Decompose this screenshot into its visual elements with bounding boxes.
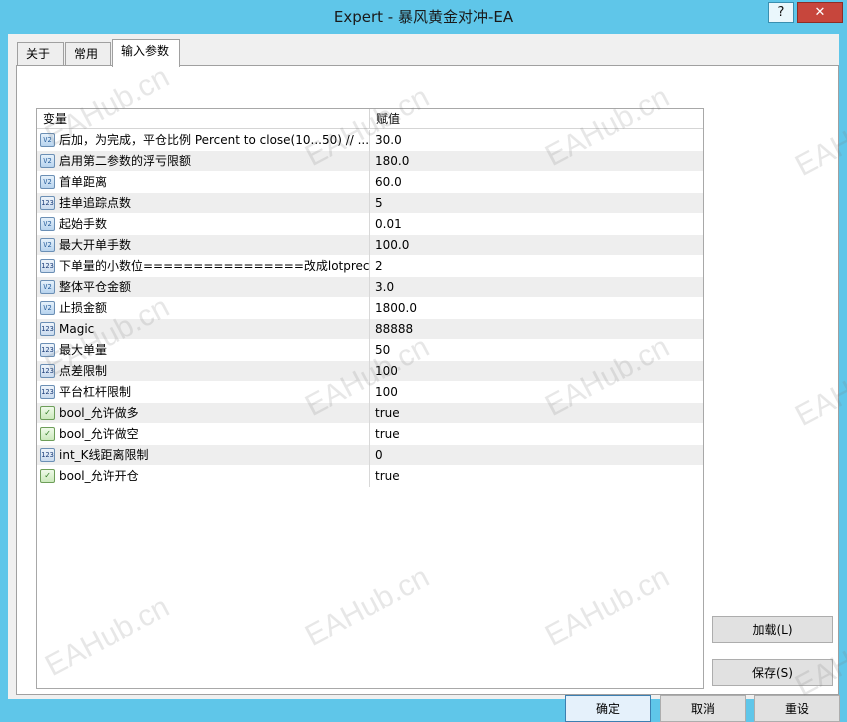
parameter-row[interactable]: ✓ bool_允许做多 true (37, 403, 703, 424)
parameter-row[interactable]: 123 挂单追踪点数 5 (37, 193, 703, 214)
parameter-name: 最大单量 (59, 340, 370, 361)
parameter-row[interactable]: V2 整体平仓金额 3.0 (37, 277, 703, 298)
help-icon: ? (777, 5, 785, 20)
column-header-variable[interactable]: 变量 (37, 109, 370, 129)
int-type-icon: 123 (40, 385, 55, 399)
parameter-row[interactable]: V2 最大开单手数 100.0 (37, 235, 703, 256)
parameter-value[interactable]: true (371, 403, 701, 424)
double-type-icon: V2 (40, 154, 55, 168)
load-button[interactable]: 加载(L) (712, 616, 833, 643)
parameter-name: 后加，为完成，平仓比例 Percent to close(10...50) //… (59, 130, 370, 151)
dialog-client-area: 关于 常用 输入参数 变量 赋值 V2 后加，为完成，平仓比例 Percent t… (8, 34, 840, 722)
double-type-icon: V2 (40, 133, 55, 147)
parameter-name: 整体平仓金额 (59, 277, 370, 298)
parameter-value[interactable]: 0.01 (371, 214, 701, 235)
list-header: 变量 赋值 (37, 109, 703, 129)
tab-common[interactable]: 常用 (65, 42, 111, 66)
parameter-row[interactable]: V2 止损金额 1800.0 (37, 298, 703, 319)
parameter-name: 点差限制 (59, 361, 370, 382)
parameter-row[interactable]: 123 平台杠杆限制 100 (37, 382, 703, 403)
parameter-value[interactable]: true (371, 424, 701, 445)
parameter-name: int_K线距离限制 (59, 445, 370, 466)
parameter-name: 起始手数 (59, 214, 370, 235)
ok-button[interactable]: 确定 (565, 695, 651, 722)
help-button[interactable]: ? (768, 2, 794, 23)
parameter-value[interactable]: true (371, 466, 701, 487)
tab-about[interactable]: 关于 (17, 42, 64, 66)
parameter-rows: V2 后加，为完成，平仓比例 Percent to close(10...50) … (37, 130, 703, 487)
parameter-row[interactable]: ✓ bool_允许做空 true (37, 424, 703, 445)
parameter-row[interactable]: V2 启用第二参数的浮亏限额 180.0 (37, 151, 703, 172)
int-type-icon: 123 (40, 259, 55, 273)
parameter-row[interactable]: 123 Magic 88888 (37, 319, 703, 340)
bool-type-icon: ✓ (40, 427, 55, 441)
parameter-value[interactable]: 1800.0 (371, 298, 701, 319)
parameter-name: 止损金额 (59, 298, 370, 319)
parameter-row[interactable]: V2 起始手数 0.01 (37, 214, 703, 235)
parameter-value[interactable]: 3.0 (371, 277, 701, 298)
parameter-value[interactable]: 60.0 (371, 172, 701, 193)
double-type-icon: V2 (40, 217, 55, 231)
parameter-name: 挂单追踪点数 (59, 193, 370, 214)
parameter-value[interactable]: 100.0 (371, 235, 701, 256)
parameter-name: 下单量的小数位================改成lotpreci... (59, 256, 370, 277)
parameter-row[interactable]: 123 点差限制 100 (37, 361, 703, 382)
int-type-icon: 123 (40, 364, 55, 378)
int-type-icon: 123 (40, 322, 55, 336)
bool-type-icon: ✓ (40, 406, 55, 420)
parameter-row[interactable]: 123 下单量的小数位================改成lotpreci... 2 (37, 256, 703, 277)
tab-inputs[interactable]: 输入参数 (112, 39, 180, 67)
title-bar[interactable]: Expert - 暴风黄金对冲-EA ? ✕ (0, 0, 847, 34)
expert-properties-window: Expert - 暴风黄金对冲-EA ? ✕ 关于 常用 输入参数 变量 赋值 … (0, 0, 847, 722)
cancel-button[interactable]: 取消 (660, 695, 746, 722)
bool-type-icon: ✓ (40, 469, 55, 483)
parameter-name: 首单距离 (59, 172, 370, 193)
parameter-value[interactable]: 2 (371, 256, 701, 277)
parameter-value[interactable]: 50 (371, 340, 701, 361)
int-type-icon: 123 (40, 196, 55, 210)
parameter-name: bool_允许做空 (59, 424, 370, 445)
parameter-value[interactable]: 180.0 (371, 151, 701, 172)
parameter-value[interactable]: 5 (371, 193, 701, 214)
parameter-name: Magic (59, 319, 370, 340)
parameter-name: bool_允许开仓 (59, 466, 370, 487)
parameters-list: 变量 赋值 V2 后加，为完成，平仓比例 Percent to close(10.… (36, 108, 704, 689)
inputs-tab-panel: 变量 赋值 V2 后加，为完成，平仓比例 Percent to close(10.… (16, 65, 840, 722)
parameter-row[interactable]: 123 最大单量 50 (37, 340, 703, 361)
parameter-value[interactable]: 0 (371, 445, 701, 466)
parameter-value[interactable]: 100 (371, 382, 701, 403)
reset-button[interactable]: 重设 (754, 695, 840, 722)
int-type-icon: 123 (40, 343, 55, 357)
double-type-icon: V2 (40, 301, 55, 315)
parameter-name: 最大开单手数 (59, 235, 370, 256)
window-title: Expert - 暴风黄金对冲-EA (333, 8, 514, 26)
parameter-name: 平台杠杆限制 (59, 382, 370, 403)
double-type-icon: V2 (40, 238, 55, 252)
double-type-icon: V2 (40, 175, 55, 189)
double-type-icon: V2 (40, 280, 55, 294)
close-icon: ✕ (814, 5, 826, 20)
parameter-name: 启用第二参数的浮亏限额 (59, 151, 370, 172)
parameter-row[interactable]: ✓ bool_允许开仓 true (37, 466, 703, 487)
save-button[interactable]: 保存(S) (712, 659, 833, 686)
parameter-row[interactable]: V2 首单距离 60.0 (37, 172, 703, 193)
int-type-icon: 123 (40, 448, 55, 462)
parameter-value[interactable]: 100 (371, 361, 701, 382)
parameter-row[interactable]: V2 后加，为完成，平仓比例 Percent to close(10...50) … (37, 130, 703, 151)
parameter-value[interactable]: 88888 (371, 319, 701, 340)
close-button[interactable]: ✕ (797, 2, 843, 23)
parameter-value[interactable]: 30.0 (371, 130, 701, 151)
column-header-value[interactable]: 赋值 (370, 109, 703, 129)
parameter-row[interactable]: 123 int_K线距离限制 0 (37, 445, 703, 466)
parameter-name: bool_允许做多 (59, 403, 370, 424)
